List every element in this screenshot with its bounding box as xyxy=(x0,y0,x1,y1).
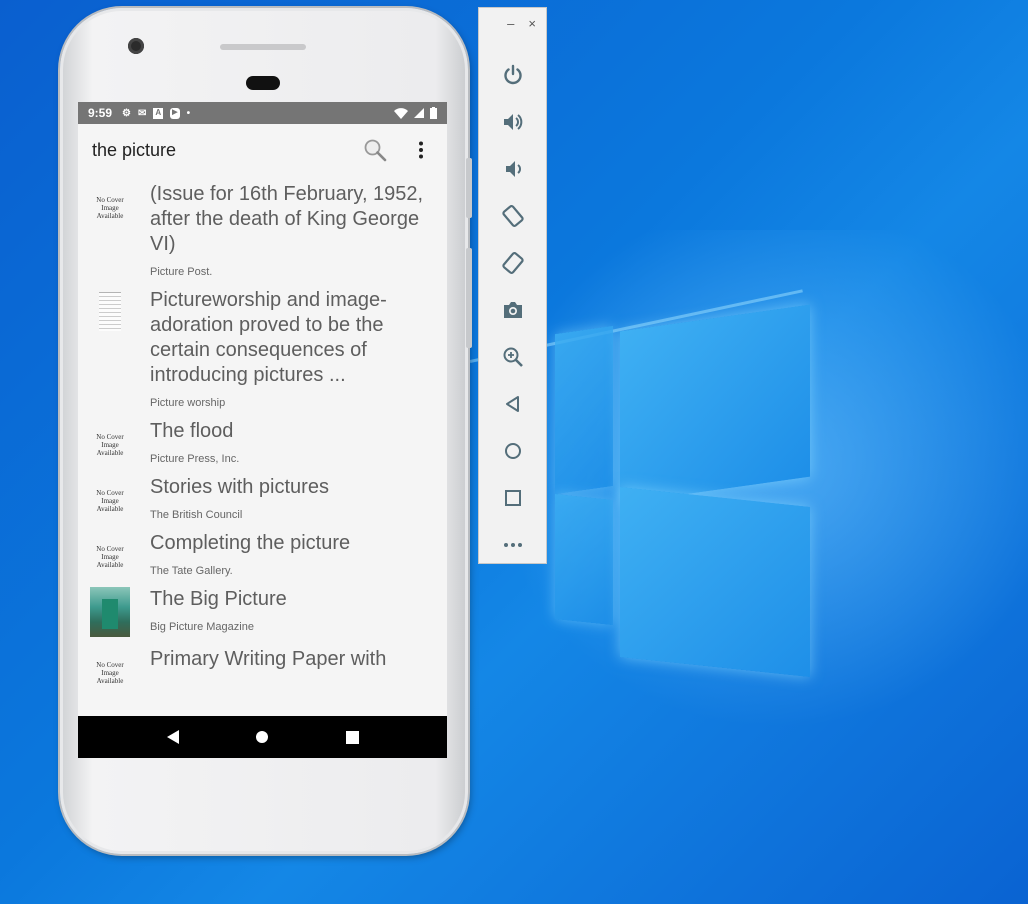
item-title: Stories with pictures xyxy=(150,476,329,498)
wifi-icon xyxy=(394,107,408,119)
list-item[interactable]: Pictureworship and image-adoration prove… xyxy=(78,282,447,413)
power-icon xyxy=(503,64,522,84)
signal-icon xyxy=(414,108,424,118)
notification-icons: ⚙ ✉ A ▶ • xyxy=(122,107,191,119)
windows-logo-pane xyxy=(620,304,810,504)
earpiece-speaker xyxy=(220,44,306,50)
list-item[interactable]: No Cover Image Available The flood Pictu… xyxy=(78,413,447,469)
system-icons xyxy=(394,107,437,119)
windows-logo-pane xyxy=(555,325,613,495)
rotate-right-button[interactable] xyxy=(478,239,547,286)
list-item[interactable]: The Big Picture Big Picture Magazine xyxy=(78,581,447,641)
overflow-menu-button[interactable] xyxy=(409,138,433,162)
overview-button[interactable] xyxy=(478,474,547,521)
item-title: Primary Writing Paper with xyxy=(150,648,387,670)
desktop-glow xyxy=(470,230,1028,750)
recents-icon xyxy=(345,730,359,744)
item-subtitle: Picture worship xyxy=(150,397,226,409)
no-cover-thumbnail: No Cover Image Available xyxy=(96,489,124,513)
mail-icon: ✉ xyxy=(138,107,147,119)
item-title: The flood xyxy=(150,420,234,442)
item-subtitle: Big Picture Magazine xyxy=(150,621,254,633)
settings-icon: ⚙ xyxy=(122,107,131,119)
back-button[interactable] xyxy=(478,380,547,427)
more-icon xyxy=(503,542,522,547)
nav-recents-button[interactable] xyxy=(337,722,367,752)
phone-volume-button[interactable] xyxy=(466,248,472,348)
phone-side-button[interactable] xyxy=(466,158,472,218)
status-time: 9:59 xyxy=(88,106,113,120)
power-button[interactable] xyxy=(478,51,547,98)
no-cover-thumbnail: No Cover Image Available xyxy=(96,661,124,685)
search-icon xyxy=(364,139,387,162)
more-button[interactable] xyxy=(478,521,547,568)
no-cover-thumbnail: No Cover Image Available xyxy=(96,196,124,220)
results-list[interactable]: No Cover Image Available (Issue for 16th… xyxy=(78,176,447,716)
list-item[interactable]: No Cover Image Available Primary Writing… xyxy=(78,641,447,689)
nav-back-button[interactable] xyxy=(158,722,188,752)
overview-icon xyxy=(504,489,521,506)
volume-up-icon xyxy=(503,113,522,130)
minimize-button[interactable]: – xyxy=(507,16,514,38)
screenshot-button[interactable] xyxy=(478,286,547,333)
item-title: Pictureworship and image-adoration prove… xyxy=(150,289,387,386)
windows-logo-pane xyxy=(620,487,810,677)
phone-frame: 9:59 ⚙ ✉ A ▶ • the picture No Cover Imag… xyxy=(60,8,472,854)
phone-screen: 9:59 ⚙ ✉ A ▶ • the picture No Cover Imag… xyxy=(78,102,447,758)
volume-up-button[interactable] xyxy=(478,98,547,145)
youtube-icon: ▶ xyxy=(170,107,180,119)
status-bar: 9:59 ⚙ ✉ A ▶ • xyxy=(78,102,447,124)
search-button[interactable] xyxy=(363,138,387,162)
document-thumbnail xyxy=(90,288,130,409)
more-vert-icon xyxy=(419,141,423,159)
item-subtitle: The British Council xyxy=(150,509,243,521)
back-icon xyxy=(505,395,519,412)
rotate-right-icon xyxy=(501,251,524,274)
volume-down-icon xyxy=(505,160,521,177)
rotate-left-button[interactable] xyxy=(478,192,547,239)
home-button[interactable] xyxy=(478,427,547,474)
zoom-icon xyxy=(503,347,523,367)
front-camera xyxy=(128,38,144,54)
app-bar: the picture xyxy=(78,124,447,176)
volume-down-button[interactable] xyxy=(478,145,547,192)
list-item[interactable]: No Cover Image Available Completing the … xyxy=(78,525,447,581)
list-item[interactable]: No Cover Image Available (Issue for 16th… xyxy=(78,176,447,282)
no-cover-thumbnail: No Cover Image Available xyxy=(96,545,124,569)
more-notifications-dot: • xyxy=(186,107,191,119)
windows-logo-pane xyxy=(555,493,613,626)
close-button[interactable]: × xyxy=(528,16,536,38)
android-nav-bar xyxy=(78,716,447,758)
item-subtitle: The Tate Gallery. xyxy=(150,565,233,577)
nav-home-button[interactable] xyxy=(247,722,277,752)
back-icon xyxy=(166,730,179,744)
cover-thumbnail xyxy=(90,587,130,637)
item-title: Completing the picture xyxy=(150,532,351,554)
emulator-toolbar: – × xyxy=(478,7,547,564)
no-cover-thumbnail: No Cover Image Available xyxy=(96,433,124,457)
battery-icon xyxy=(430,107,437,119)
item-subtitle: Picture Press, Inc. xyxy=(150,453,240,465)
item-title: (Issue for 16th February, 1952, after th… xyxy=(150,183,424,255)
item-title: The Big Picture xyxy=(150,588,287,610)
page-title: the picture xyxy=(92,139,177,160)
rotate-left-icon xyxy=(501,204,524,227)
list-item[interactable]: No Cover Image Available Stories with pi… xyxy=(78,469,447,525)
camera-icon xyxy=(503,301,522,318)
proximity-sensor xyxy=(246,76,280,90)
item-subtitle: Picture Post. xyxy=(150,266,213,278)
font-icon: A xyxy=(153,107,164,119)
home-icon xyxy=(504,442,521,459)
home-icon xyxy=(256,731,269,743)
zoom-button[interactable] xyxy=(478,333,547,380)
